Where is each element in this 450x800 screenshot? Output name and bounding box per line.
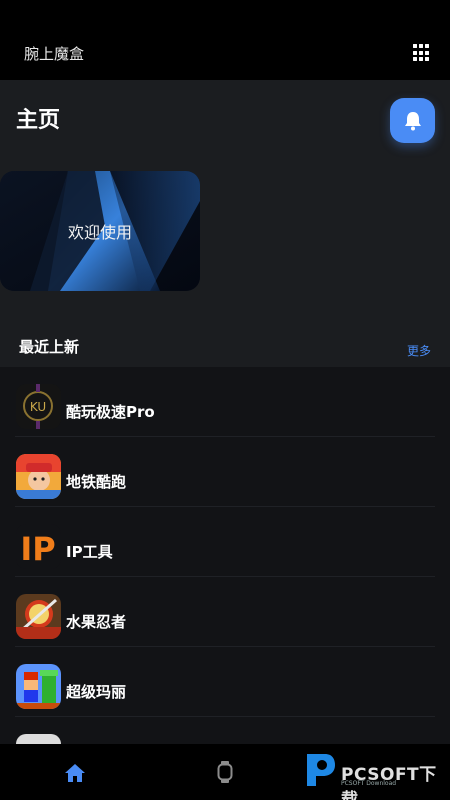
app-name: 地铁酷跑	[66, 473, 127, 491]
list-item[interactable]: IP IP工具	[15, 507, 435, 577]
watermark: PCSOFT下载 PCSOFT Download	[303, 750, 443, 800]
section-title: 最近上新	[19, 338, 80, 356]
home-icon[interactable]	[64, 763, 86, 783]
home-main: 主页 欢迎使用 最近上新 更多	[0, 80, 450, 367]
list-item[interactable]: KU 酷玩极速Pro	[15, 367, 435, 437]
more-link[interactable]: 更多	[407, 342, 431, 359]
app-title: 腕上魔盒	[24, 45, 85, 63]
list-item[interactable]	[15, 717, 435, 744]
super-mario-app-icon	[16, 664, 61, 709]
svg-text:IP: IP	[20, 530, 55, 568]
list-item[interactable]: 超级玛丽	[15, 647, 435, 717]
welcome-banner[interactable]: 欢迎使用	[0, 171, 200, 291]
app-list: KU 酷玩极速Pro 地铁酷跑 IP IP工具 水果忍者 超级玛丽	[0, 367, 450, 744]
fruit-ninja-app-icon	[16, 594, 61, 639]
watermark-subtext: PCSOFT Download	[341, 780, 397, 787]
svg-text:KU: KU	[30, 400, 46, 414]
grid-icon[interactable]	[413, 44, 431, 62]
app-name: 水果忍者	[66, 613, 127, 631]
top-bar: 腕上魔盒	[0, 0, 450, 80]
app-name: IP工具	[66, 543, 113, 561]
subway-surfers-app-icon	[16, 454, 61, 499]
app-name: 超级玛丽	[66, 683, 127, 701]
notification-button[interactable]	[390, 98, 435, 143]
watch-icon[interactable]	[217, 761, 233, 783]
app-name: 酷玩极速Pro	[66, 403, 155, 421]
watermark-logo-icon	[307, 754, 335, 786]
app-icon	[16, 734, 61, 744]
ip-tool-app-icon: IP	[16, 524, 61, 569]
kuwan-app-icon: KU	[16, 384, 61, 429]
page-title: 主页	[16, 108, 61, 133]
list-item[interactable]: 水果忍者	[15, 577, 435, 647]
list-item[interactable]: 地铁酷跑	[15, 437, 435, 507]
bottom-tab-bar: PCSOFT下载 PCSOFT Download	[0, 744, 450, 800]
bell-icon	[404, 111, 421, 130]
banner-text: 欢迎使用	[67, 223, 132, 242]
